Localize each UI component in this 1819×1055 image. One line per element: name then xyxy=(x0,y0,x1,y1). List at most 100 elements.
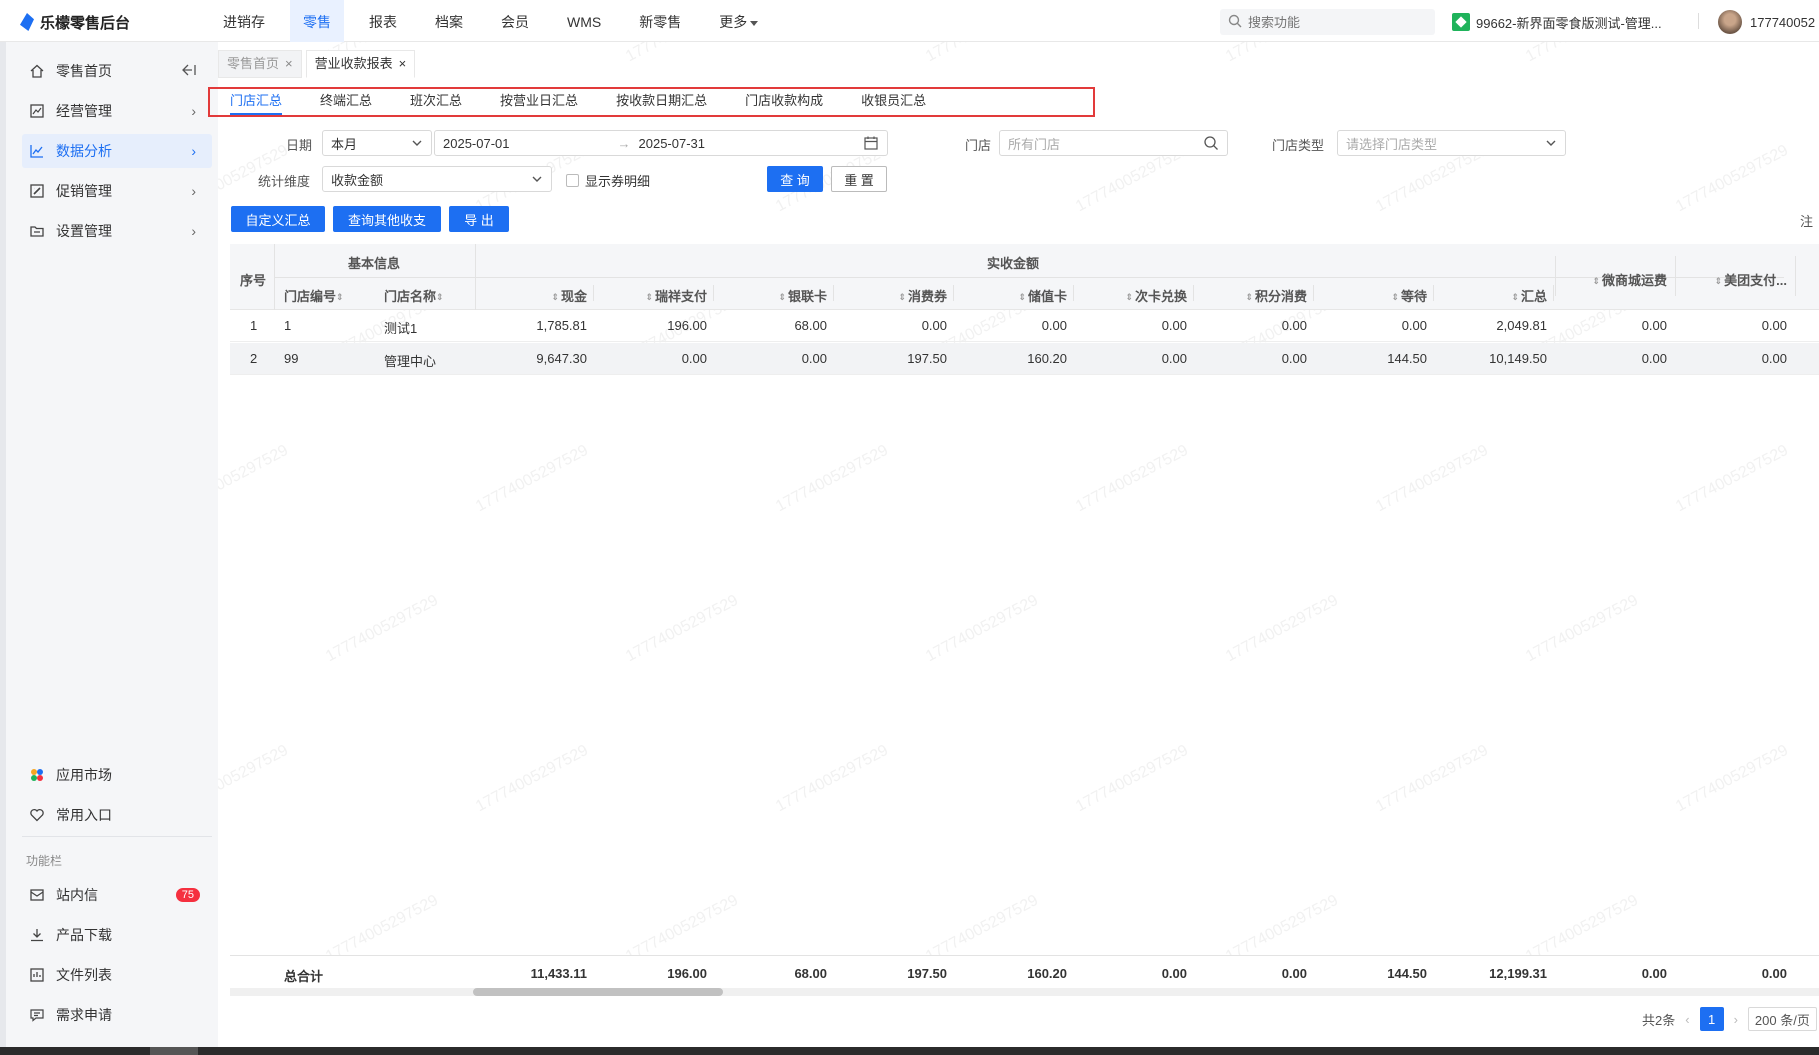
watermark-text: 17774005297529 xyxy=(1673,441,1792,516)
col-pending[interactable]: ⇕ 等待 xyxy=(1391,286,1427,305)
cell-meituan-pay: 0.00 xyxy=(1761,318,1787,333)
watermark-text: 17774005297529 xyxy=(1523,591,1642,666)
coupon-detail-checkbox[interactable] xyxy=(566,174,579,187)
total-row: 总合计 11,433.11 196.00 68.00 197.50 160.20 0.00… xyxy=(230,955,1819,989)
sidebar-item-retail-home[interactable]: 零售首页 xyxy=(22,54,212,88)
sidebar-item-requests[interactable]: 需求申请 xyxy=(22,998,212,1032)
sidebar-item-favorites[interactable]: 常用入口 xyxy=(22,798,212,832)
sidebar-item-promotion-mgmt[interactable]: 促销管理 › xyxy=(22,174,212,208)
sidebar-item-settings-mgmt[interactable]: 设置管理 › xyxy=(22,214,212,248)
query-button[interactable]: 查 询 xyxy=(767,166,823,192)
table-row[interactable]: 1 1 测试1 1,785.81 196.00 68.00 0.00 0.00 0.00 0.00… xyxy=(230,310,1819,342)
sidebar-item-label: 产品下载 xyxy=(56,927,112,943)
top-nav-item-inventory[interactable]: 进销存 xyxy=(210,0,278,42)
table-horizontal-scrollbar[interactable] xyxy=(230,988,1819,996)
sidebar-item-downloads[interactable]: 产品下载 xyxy=(22,918,212,952)
col-ruixiang-pay[interactable]: ⇕ 瑞祥支付 xyxy=(645,286,707,305)
top-nav-item-more[interactable]: 更多 xyxy=(706,0,771,42)
store-type-placeholder: 请选择门店类型 xyxy=(1346,136,1438,152)
subtab-store-payment-composition[interactable]: 门店收款构成 xyxy=(745,89,823,115)
reset-button[interactable]: 重 置 xyxy=(831,166,887,192)
cell-coupon: 197.50 xyxy=(907,351,947,366)
col-coupon[interactable]: ⇕ 消费券 xyxy=(898,286,947,305)
subtab-terminal-summary[interactable]: 终端汇总 xyxy=(320,89,372,115)
store-select[interactable]: 所有门店 xyxy=(999,130,1228,156)
col-store-name[interactable]: 门店名称⇕ xyxy=(384,286,446,305)
sidebar-item-data-analysis[interactable]: 数据分析 › xyxy=(22,134,212,168)
folder-icon xyxy=(28,222,46,240)
function-search-input[interactable] xyxy=(1248,9,1428,35)
sidebar-item-messages[interactable]: 站内信 75 xyxy=(22,878,212,912)
col-punch-card-redeem[interactable]: ⇕ 次卡兑换 xyxy=(1125,286,1187,305)
top-nav-item-retail[interactable]: 零售 xyxy=(290,0,344,42)
top-nav-item-members[interactable]: 会员 xyxy=(488,0,542,42)
col-unionpay-card[interactable]: ⇕ 银联卡 xyxy=(778,286,827,305)
scrollbar-thumb[interactable] xyxy=(473,988,723,996)
sort-icon: ⇕ xyxy=(898,292,906,303)
col-label: 汇总 xyxy=(1520,289,1547,304)
store-switcher[interactable]: 99662-新界面零食版测试-管理... xyxy=(1452,12,1662,32)
page-1[interactable]: 1 xyxy=(1699,1007,1724,1031)
sidebar-item-file-list[interactable]: 文件列表 xyxy=(22,958,212,992)
app-logo[interactable]: 乐檬零售后台 xyxy=(20,11,130,33)
subtab-store-summary[interactable]: 门店汇总 xyxy=(230,89,283,115)
sort-icon: ⇕ xyxy=(1245,292,1253,303)
watermark-text: 17774005297529 xyxy=(773,441,892,516)
page-size-select[interactable]: 200 条/页 xyxy=(1747,1007,1817,1031)
close-icon[interactable]: × xyxy=(399,50,407,78)
subtab-shift-summary[interactable]: 班次汇总 xyxy=(410,89,462,115)
top-nav-item-wms[interactable]: WMS xyxy=(554,0,614,42)
user-name: 177740052 xyxy=(1750,14,1816,30)
cell-pending: 144.50 xyxy=(1387,351,1427,366)
col-meituan-pay[interactable]: ⇕ 美团支付... xyxy=(1715,270,1787,289)
cell-index: 2 xyxy=(250,351,258,366)
store-type-select[interactable]: 请选择门店类型 xyxy=(1337,130,1566,156)
subtab-cashier-summary[interactable]: 收银员汇总 xyxy=(861,89,926,115)
logo-icon xyxy=(20,13,34,31)
date-picker[interactable]: 2025-07-01 → 2025-07-31 xyxy=(434,130,888,156)
custom-summary-button[interactable]: 自定义汇总 xyxy=(231,206,325,232)
sort-icon: ⇕ xyxy=(1018,292,1026,303)
sidebar-item-label: 促销管理 xyxy=(56,183,112,199)
sidebar-item-app-market[interactable]: 应用市场 xyxy=(22,758,212,792)
col-subtotal[interactable]: ⇕ 汇总 xyxy=(1511,286,1547,305)
col-store-code[interactable]: 门店编号⇕ xyxy=(284,286,346,305)
col-points-redeem[interactable]: ⇕ 积分消费 xyxy=(1245,286,1307,305)
coupon-detail-toggle[interactable]: 显示券明细 xyxy=(566,171,650,190)
sort-icon: ⇕ xyxy=(778,292,786,303)
next-page-icon[interactable]: › xyxy=(1734,1012,1738,1027)
cell-cash: 1,785.81 xyxy=(536,318,587,333)
prev-page-icon[interactable]: ‹ xyxy=(1685,1012,1689,1027)
col-label: 微商城运费 xyxy=(1601,273,1667,288)
watermark-text: 17774005297529 xyxy=(323,591,442,666)
col-mall-shipping[interactable]: ⇕ 微商城运费 xyxy=(1592,270,1667,289)
export-button[interactable]: 导 出 xyxy=(449,206,509,232)
cell-store-name: 测试1 xyxy=(384,321,418,336)
sort-icon: ⇕ xyxy=(645,292,653,303)
sidebar: 零售首页 经营管理 › 数据分析 › 促销管理 › 设置管理 › 应用市场 常用… xyxy=(0,42,218,1047)
top-nav-item-reports[interactable]: 报表 xyxy=(356,0,410,42)
note-link[interactable]: 注 xyxy=(1800,211,1813,230)
date-range-select[interactable]: 本月 xyxy=(322,130,432,156)
range-arrow-icon: → xyxy=(617,135,631,151)
col-stored-value-card[interactable]: ⇕ 储值卡 xyxy=(1018,286,1067,305)
function-search[interactable] xyxy=(1220,9,1435,35)
collapse-sidebar-icon[interactable] xyxy=(182,63,196,79)
sidebar-item-business-mgmt[interactable]: 经营管理 › xyxy=(22,94,212,128)
user-menu[interactable]: 177740052 xyxy=(1718,10,1815,34)
tab-payment-report[interactable]: 营业收款报表 × xyxy=(305,50,416,78)
cell-mall-shipping: 0.00 xyxy=(1641,318,1667,333)
table-row[interactable]: 2 99 管理中心 9,647.30 0.00 0.00 197.50 160.20 0.00 0… xyxy=(230,343,1819,375)
date-range-value: 本月 xyxy=(331,136,358,152)
cell-points-redeem: 0.00 xyxy=(1281,318,1307,333)
tab-retail-home[interactable]: 零售首页 × xyxy=(218,50,302,78)
subtab-payment-date-summary[interactable]: 按收款日期汇总 xyxy=(616,89,707,115)
query-other-income-button[interactable]: 查询其他收支 xyxy=(333,206,441,232)
app-market-icon xyxy=(28,766,46,784)
dimension-select[interactable]: 收款金额 xyxy=(322,166,552,192)
subtab-business-day-summary[interactable]: 按营业日汇总 xyxy=(500,89,578,115)
col-cash[interactable]: ⇕ 现金 xyxy=(551,286,587,305)
top-nav-item-new-retail[interactable]: 新零售 xyxy=(626,0,694,42)
close-icon[interactable]: × xyxy=(285,50,293,78)
top-nav-item-archives[interactable]: 档案 xyxy=(422,0,476,42)
